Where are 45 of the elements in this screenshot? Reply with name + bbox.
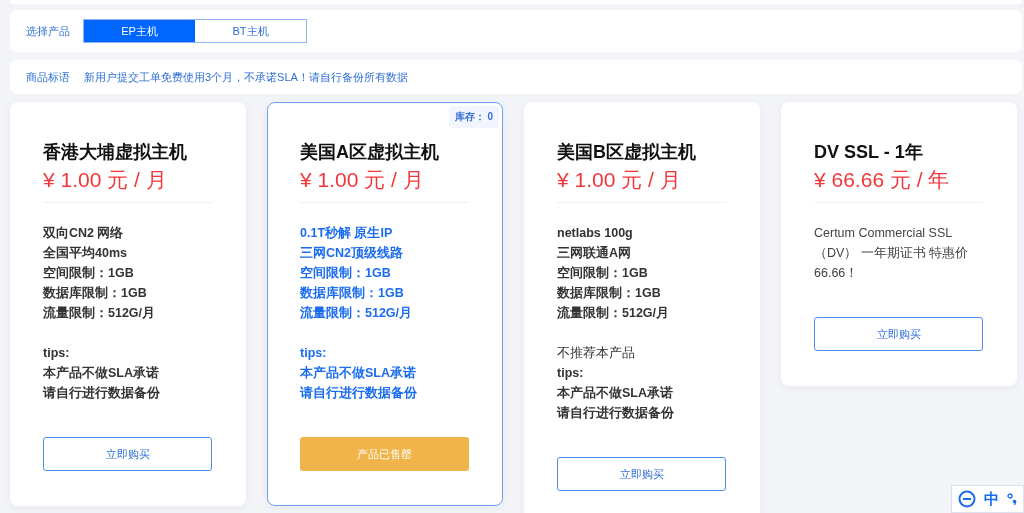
note-line: 请自行进行数据备份 xyxy=(300,385,418,402)
spec-line: 流量限制：512G/月 xyxy=(557,305,671,322)
notice-label: 商品标语 xyxy=(26,69,71,85)
buy-button[interactable]: 立即购买 xyxy=(814,317,983,351)
input-mode-toggle[interactable]: 中 xyxy=(984,489,999,509)
product-price: ¥ 1.00 元 / 月 xyxy=(43,166,212,203)
spec-line: 三网CN2顶级线路 xyxy=(300,245,404,262)
note-line: 不推荐本产品 xyxy=(557,345,636,362)
spec-line: 全国平均40ms xyxy=(43,245,128,262)
product-title: 美国A区虚拟主机 xyxy=(300,141,440,164)
spec-line: 三网联通A网 xyxy=(557,245,633,262)
note-line: tips: xyxy=(43,345,71,362)
product-title: 美国B区虚拟主机 xyxy=(557,141,697,164)
product-title: DV SSL - 1年 xyxy=(814,141,924,164)
product-price: ¥ 66.66 元 / 年 xyxy=(814,166,983,203)
spec-line: 数据库限制：1GB xyxy=(300,285,405,302)
spec-line: netlabs 100g xyxy=(557,225,634,242)
logo-icon[interactable] xyxy=(958,490,976,508)
punctuation-icon[interactable] xyxy=(1007,492,1017,506)
selector-label: 选择产品 xyxy=(26,23,71,39)
note-line: 本产品不做SLA承诺 xyxy=(43,365,160,382)
note-line: tips: xyxy=(557,365,585,382)
spec-line: 数据库限制：1GB xyxy=(557,285,662,302)
spec-line: 流量限制：512G/月 xyxy=(300,305,414,322)
product-price: ¥ 1.00 元 / 月 xyxy=(300,166,469,203)
spec-line: 空间限制：1GB xyxy=(300,265,392,282)
spec-line: 流量限制：512G/月 xyxy=(43,305,157,322)
buy-button[interactable]: 立即购买 xyxy=(43,437,212,471)
note-line: 请自行进行数据备份 xyxy=(43,385,161,402)
note-line: tips: xyxy=(300,345,328,362)
note-line: 本产品不做SLA承诺 xyxy=(557,385,674,402)
product-title: 香港大埔虚拟主机 xyxy=(43,141,188,164)
spec-line: 空间限制：1GB xyxy=(43,265,135,282)
spec-line: 双向CN2 网络 xyxy=(43,225,125,242)
buy-button[interactable]: 立即购买 xyxy=(557,457,726,491)
product-description: Certum Commercial SSL（DV） 一年期证书 特惠价66.66！ xyxy=(814,225,970,282)
note-line: 请自行进行数据备份 xyxy=(557,405,675,422)
note-line: 本产品不做SLA承诺 xyxy=(300,365,417,382)
notice-text: 新用户提交工单免费使用3个月，不承诺SLA！请自行备份所有数据 xyxy=(84,69,408,85)
product-tab[interactable]: EP主机 xyxy=(84,20,195,42)
spec-line: 0.1T秒解 原生IP xyxy=(300,225,394,242)
product-price: ¥ 1.00 元 / 月 xyxy=(557,166,726,203)
stock-badge: 库存： 0 xyxy=(448,106,499,128)
spec-line: 空间限制：1GB xyxy=(557,265,649,282)
spec-line: 数据库限制：1GB xyxy=(43,285,148,302)
